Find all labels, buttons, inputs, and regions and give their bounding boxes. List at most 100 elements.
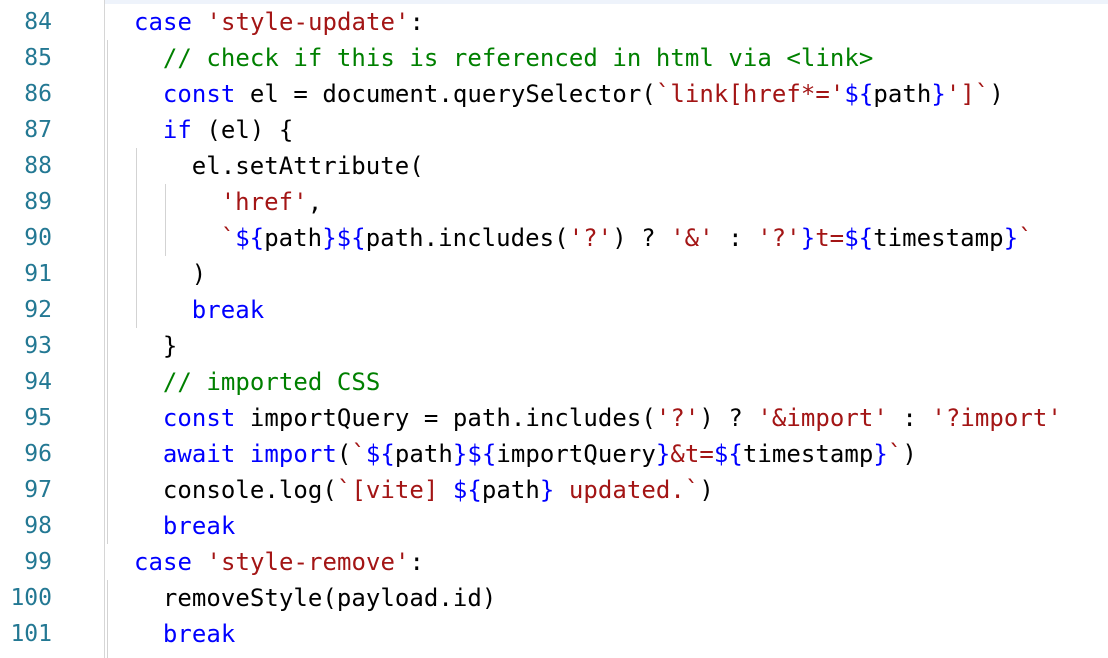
line-number: 91 [24,261,52,287]
code-line[interactable]: 97 console.log(`[vite] ${path} updated.`) [0,472,1108,508]
code-token: '?import' [931,404,1062,432]
code-line[interactable]: 101 break [0,616,1108,652]
code-token: `[vite] [336,476,453,504]
code-text: break [163,619,236,649]
code-token: ) ? [612,224,671,252]
code-token: } [539,476,555,504]
line-number: 89 [24,189,52,215]
code-token: }${ [452,440,497,468]
code-token: } [162,332,178,360]
code-line[interactable]: 95 const importQuery = path.includes('?')… [0,400,1108,436]
code-line[interactable]: 92 break [0,292,1108,328]
code-token: await [162,440,236,468]
code-text: break [192,295,265,325]
code-token: break [162,512,236,540]
line-number: 94 [24,369,52,395]
code-token: } [800,224,816,252]
code-token: break [191,296,265,324]
code-line[interactable]: 86 const el = document.querySelector(`lin… [0,76,1108,112]
code-token: }${ [322,224,366,252]
code-token: } [931,80,946,108]
code-token: path [481,476,540,504]
line-number: 87 [24,117,52,143]
code-line[interactable]: 90 `${path}${path.includes('?') ? '&' : '… [0,220,1108,256]
code-text: el.setAttribute( [192,151,424,181]
code-text: removeStyle(payload.id) [163,583,496,613]
code-token: import [249,440,337,468]
code-token: '&' [670,224,714,252]
code-line[interactable]: 91) [0,256,1108,292]
code-token: ${ [235,224,265,252]
line-number: 88 [24,153,52,179]
code-line[interactable]: 89 'href', [0,184,1108,220]
code-line[interactable]: 84 case 'style-update': [0,4,1108,40]
line-number: 100 [10,585,52,611]
code-text: case 'style-update': [134,7,424,37]
line-number: 101 [10,621,52,647]
code-text: // check if this is referenced in html v… [163,43,873,73]
code-token: updated.` [554,476,700,504]
code-token: ` [220,224,236,252]
code-token: } [873,440,888,468]
code-line[interactable]: 99 case 'style-remove': [0,544,1108,580]
code-token: const [162,404,236,432]
code-text: console.log(`[vite] ${path} updated.`) [163,475,714,505]
code-token: ${ [713,440,743,468]
line-number: 93 [24,333,52,359]
code-token: break [162,620,236,648]
code-token: '&import' [757,404,888,432]
code-token: console.log( [162,476,337,504]
code-token: importQuery = path.includes( [235,404,656,432]
code-editor[interactable]: 84 case 'style-update': 85 // check if this… [0,0,1108,658]
code-line[interactable]: 94 // imported CSS [0,364,1108,400]
code-token: timestamp [873,224,1004,252]
code-token: const [162,80,236,108]
code-token: case [134,8,192,36]
code-token: ${ [844,224,874,252]
code-text: if (el) { [163,115,294,145]
code-token: t= [815,224,845,252]
code-token: ${ [365,440,395,468]
code-line[interactable]: 87 if (el) { [0,112,1108,148]
code-text: break [163,511,236,541]
code-token: removeStyle(payload.id) [162,584,497,612]
code-line[interactable]: 88 el.setAttribute( [0,148,1108,184]
line-number: 96 [24,441,52,467]
line-number: 98 [24,513,52,539]
code-token: : [713,224,758,252]
code-text: const el = document.querySelector(`link[… [163,79,1004,109]
line-number: 92 [24,297,52,323]
code-token: timestamp [742,440,874,468]
line-number: 84 [24,9,52,35]
code-token: 'href' [220,188,308,216]
code-token: (el) { [191,116,294,144]
line-number: 95 [24,405,52,431]
line-number: 99 [24,549,52,575]
code-line[interactable]: 100 removeStyle(payload.id) [0,580,1108,616]
code-token: path [394,440,453,468]
code-token: '?' [655,404,700,432]
code-line[interactable]: 85 // check if this is referenced in html… [0,40,1108,76]
code-token: ) [699,476,714,504]
code-token: el.setAttribute( [191,152,424,180]
code-token: case [134,548,192,576]
code-text: const importQuery = path.includes('?') ?… [163,403,1062,433]
code-token: el = document.querySelector( [235,80,656,108]
line-number: 97 [24,477,52,503]
code-token: ( [336,440,352,468]
line-number: 86 [24,81,52,107]
code-token: &t= [670,440,714,468]
code-line[interactable]: 93} [0,328,1108,364]
code-line[interactable]: 98 break [0,508,1108,544]
code-token: ${ [844,80,874,108]
code-token: path.includes( [365,224,569,252]
code-text: } [163,331,178,361]
code-token: , [307,188,323,216]
code-token: ) [989,80,1004,108]
code-line[interactable]: 96 await import(`${path}${importQuery}&t=… [0,436,1108,472]
code-token: 'style-remove' [206,548,410,576]
code-token: : [409,548,424,576]
code-token: ` [1018,224,1033,252]
